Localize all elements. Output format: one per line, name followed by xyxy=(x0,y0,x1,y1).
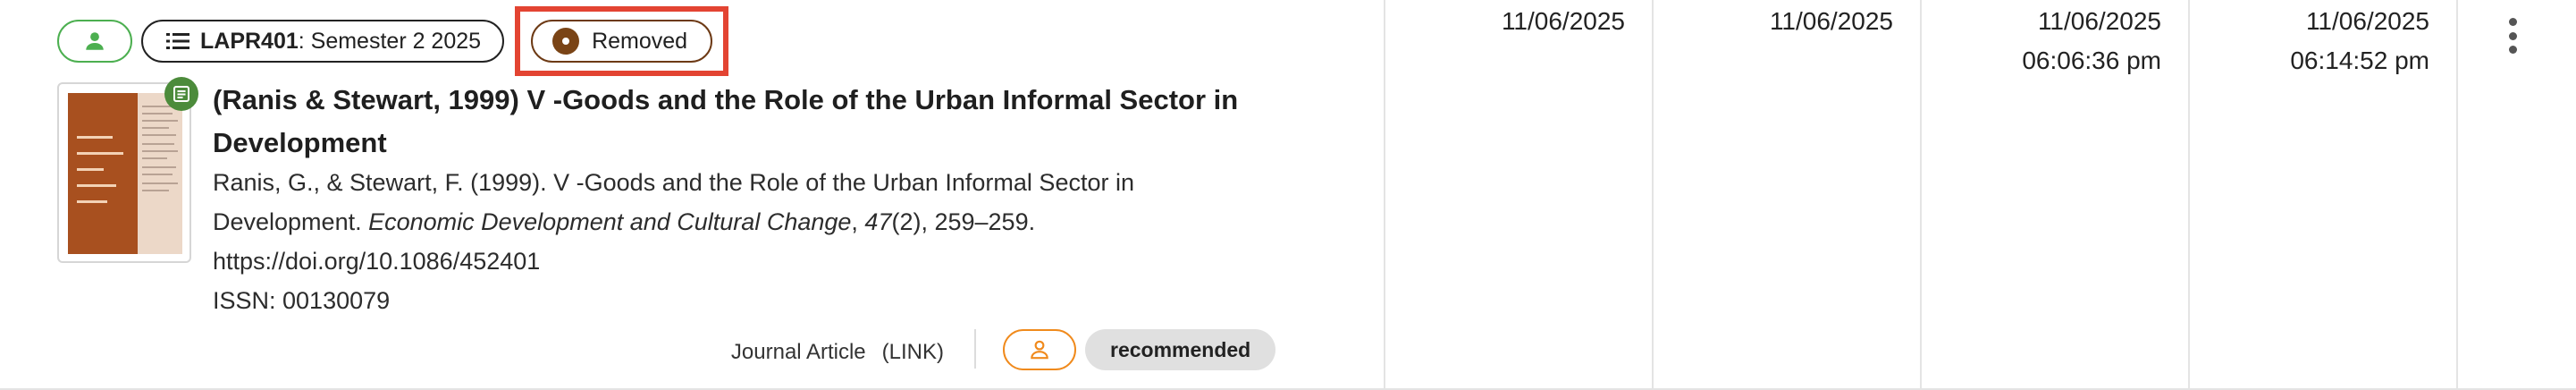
user-chip[interactable] xyxy=(57,20,132,63)
actions-column xyxy=(2456,0,2576,388)
list-period: : Semester 2 2025 xyxy=(298,28,482,54)
reading-list-chip[interactable]: LAPR401 : Semester 2 2025 xyxy=(141,20,505,63)
resource-type-label: Journal Article xyxy=(730,340,866,364)
doi-link[interactable]: https://doi.org/10.1086/452401 xyxy=(213,242,1303,281)
citation-prefix: Development. xyxy=(213,208,369,235)
citation-line-1: Ranis, G., & Stewart, F. (1999). V -Good… xyxy=(213,169,1134,196)
cover-image xyxy=(68,93,182,254)
date-cell-1: 11/06/2025 xyxy=(1502,2,1625,41)
person-outline-icon xyxy=(1031,340,1048,360)
item-details-cell: LAPR401 : Semester 2 2025 Removed (Ranis… xyxy=(0,0,1384,388)
date-column-2: 11/06/2025 xyxy=(1652,0,1922,388)
item-title[interactable]: (Ranis & Stewart, 1999) V -Goods and the… xyxy=(213,79,1267,165)
item-footer: Journal Article (LINK) recommended xyxy=(0,327,1384,372)
citation-line-2: Development. Economic Development and Cu… xyxy=(213,202,1303,242)
status-highlight-box: Removed xyxy=(515,6,729,76)
date-cell-2: 11/06/2025 xyxy=(1770,2,1893,41)
reading-list-item-row: LAPR401 : Semester 2 2025 Removed (Ranis… xyxy=(0,0,2576,390)
person-icon xyxy=(86,32,104,50)
date-value: 11/06/2025 xyxy=(2305,7,2429,35)
issn: ISSN: 00130079 xyxy=(213,287,391,314)
status-label: Removed xyxy=(592,28,688,54)
time-value: 06:06:36 pm xyxy=(2022,47,2161,74)
resource-link[interactable]: (LINK) xyxy=(882,340,944,364)
list-icon xyxy=(166,31,189,51)
date-column-3: 11/06/2025 06:06:36 pm xyxy=(1920,0,2190,388)
item-thumbnail[interactable] xyxy=(57,77,198,263)
citation-sep: , xyxy=(851,208,865,235)
journal-name: Economic Development and Cultural Change xyxy=(368,208,852,235)
date-value: 11/06/2025 xyxy=(1501,7,1625,35)
more-vertical-icon[interactable] xyxy=(2506,18,2519,54)
status-chip[interactable]: Removed xyxy=(531,20,713,63)
date-column-1: 11/06/2025 xyxy=(1384,0,1654,388)
status-dot-icon xyxy=(552,28,580,55)
issue-pages: (2), 259–259. xyxy=(891,208,1036,235)
date-value: 11/06/2025 xyxy=(1769,7,1893,35)
item-citation: Ranis, G., & Stewart, F. (1999). V -Good… xyxy=(213,163,1303,320)
date-cell-3: 11/06/2025 06:06:36 pm xyxy=(2022,2,2161,81)
importance-tag[interactable]: recommended xyxy=(1085,329,1276,370)
chip-row: LAPR401 : Semester 2 2025 Removed xyxy=(57,6,729,76)
time-value: 06:14:52 pm xyxy=(2290,47,2429,74)
assign-user-chip[interactable] xyxy=(1003,329,1076,370)
volume: 47 xyxy=(864,208,892,235)
list-code: LAPR401 xyxy=(200,28,299,54)
date-value: 11/06/2025 xyxy=(2037,7,2161,35)
resource-type: Journal Article (LINK) xyxy=(731,340,944,365)
footer-divider xyxy=(974,329,976,369)
document-icon xyxy=(164,77,198,111)
date-cell-4: 11/06/2025 06:14:52 pm xyxy=(2290,2,2429,81)
date-column-4: 11/06/2025 06:14:52 pm xyxy=(2188,0,2458,388)
